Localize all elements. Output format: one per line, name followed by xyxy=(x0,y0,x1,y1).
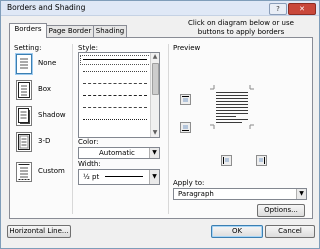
shadow-setting-icon xyxy=(16,106,32,126)
none-setting-icon xyxy=(16,54,32,74)
setting-none-label: None xyxy=(38,59,57,67)
setting-custom[interactable]: Custom xyxy=(16,162,66,182)
style-item-dash-dot[interactable] xyxy=(83,107,147,108)
setting-shadow[interactable]: Shadow xyxy=(16,106,66,126)
horizontal-line-button[interactable]: Horizontal Line... xyxy=(7,225,71,238)
setting-custom-label: Custom xyxy=(38,167,65,175)
preview-paragraph-icon xyxy=(210,85,254,129)
width-select[interactable]: ½ pt ▼ xyxy=(78,169,160,185)
dialog-title: Borders and Shading xyxy=(7,3,86,12)
style-selection-highlight xyxy=(80,55,151,65)
setting-box[interactable]: Box xyxy=(16,80,66,100)
tab-borders[interactable]: Borders xyxy=(9,23,47,38)
width-line-sample xyxy=(105,176,143,177)
options-button[interactable]: Options... xyxy=(257,204,305,217)
scroll-thumb[interactable] xyxy=(152,63,159,95)
close-button[interactable]: ✕ xyxy=(288,3,316,15)
style-item-dash-dot-dot[interactable] xyxy=(83,119,147,120)
preview-label: Preview xyxy=(173,44,201,52)
bottom-border-button[interactable] xyxy=(180,122,191,133)
color-value: Automatic xyxy=(99,149,135,157)
preview-instruction: Click on diagram below or use buttons to… xyxy=(188,19,294,36)
left-border-button[interactable] xyxy=(221,155,232,166)
style-item-solid[interactable] xyxy=(83,59,147,60)
tab-shading[interactable]: Shading xyxy=(93,25,127,37)
setting-3d[interactable]: 3-D xyxy=(16,132,66,152)
box-setting-icon xyxy=(16,80,32,100)
setting-shadow-label: Shadow xyxy=(38,111,66,119)
style-label: Style: xyxy=(78,44,98,52)
scroll-down-icon[interactable]: ▼ xyxy=(151,129,159,137)
width-label: Width: xyxy=(78,160,101,168)
preview-divider xyxy=(168,44,169,214)
custom-setting-icon xyxy=(16,162,32,182)
setting-3d-label: 3-D xyxy=(38,137,51,145)
setting-box-label: Box xyxy=(38,85,52,93)
cancel-button[interactable]: Cancel xyxy=(265,225,315,238)
width-dropdown-icon[interactable]: ▼ xyxy=(149,170,159,184)
scroll-up-icon[interactable]: ▲ xyxy=(151,53,159,61)
tab-page-border[interactable]: Page Border xyxy=(45,25,95,37)
borders-and-shading-dialog: Borders and Shading ? ✕ Borders Page Bor… xyxy=(0,0,320,249)
setting-label: Setting: xyxy=(14,44,42,52)
style-scrollbar[interactable]: ▲ ▼ xyxy=(150,53,159,137)
right-border-button[interactable] xyxy=(256,155,267,166)
style-item-dotted[interactable] xyxy=(83,71,147,72)
apply-to-label: Apply to: xyxy=(173,179,205,187)
top-border-button[interactable] xyxy=(180,94,191,105)
color-dropdown-icon[interactable]: ▼ xyxy=(149,148,159,158)
help-button[interactable]: ? xyxy=(269,3,287,15)
preview-diagram[interactable] xyxy=(210,85,254,129)
style-list[interactable]: ▲ ▼ xyxy=(78,52,160,138)
divider xyxy=(72,44,73,214)
style-item-dashed-small[interactable] xyxy=(83,83,147,84)
color-select[interactable]: Automatic ▼ xyxy=(78,147,160,159)
three-d-setting-icon xyxy=(16,132,32,152)
title-bar[interactable]: Borders and Shading ? ✕ xyxy=(1,1,319,16)
apply-to-select[interactable]: Paragraph ▼ xyxy=(173,188,307,200)
width-value: ½ pt xyxy=(83,173,100,181)
style-item-dashed-large[interactable] xyxy=(83,95,147,96)
apply-to-value: Paragraph xyxy=(178,190,214,198)
setting-none[interactable]: None xyxy=(16,54,66,74)
ok-button[interactable]: OK xyxy=(211,225,263,238)
color-label: Color: xyxy=(78,138,99,146)
apply-to-dropdown-icon[interactable]: ▼ xyxy=(296,189,306,199)
